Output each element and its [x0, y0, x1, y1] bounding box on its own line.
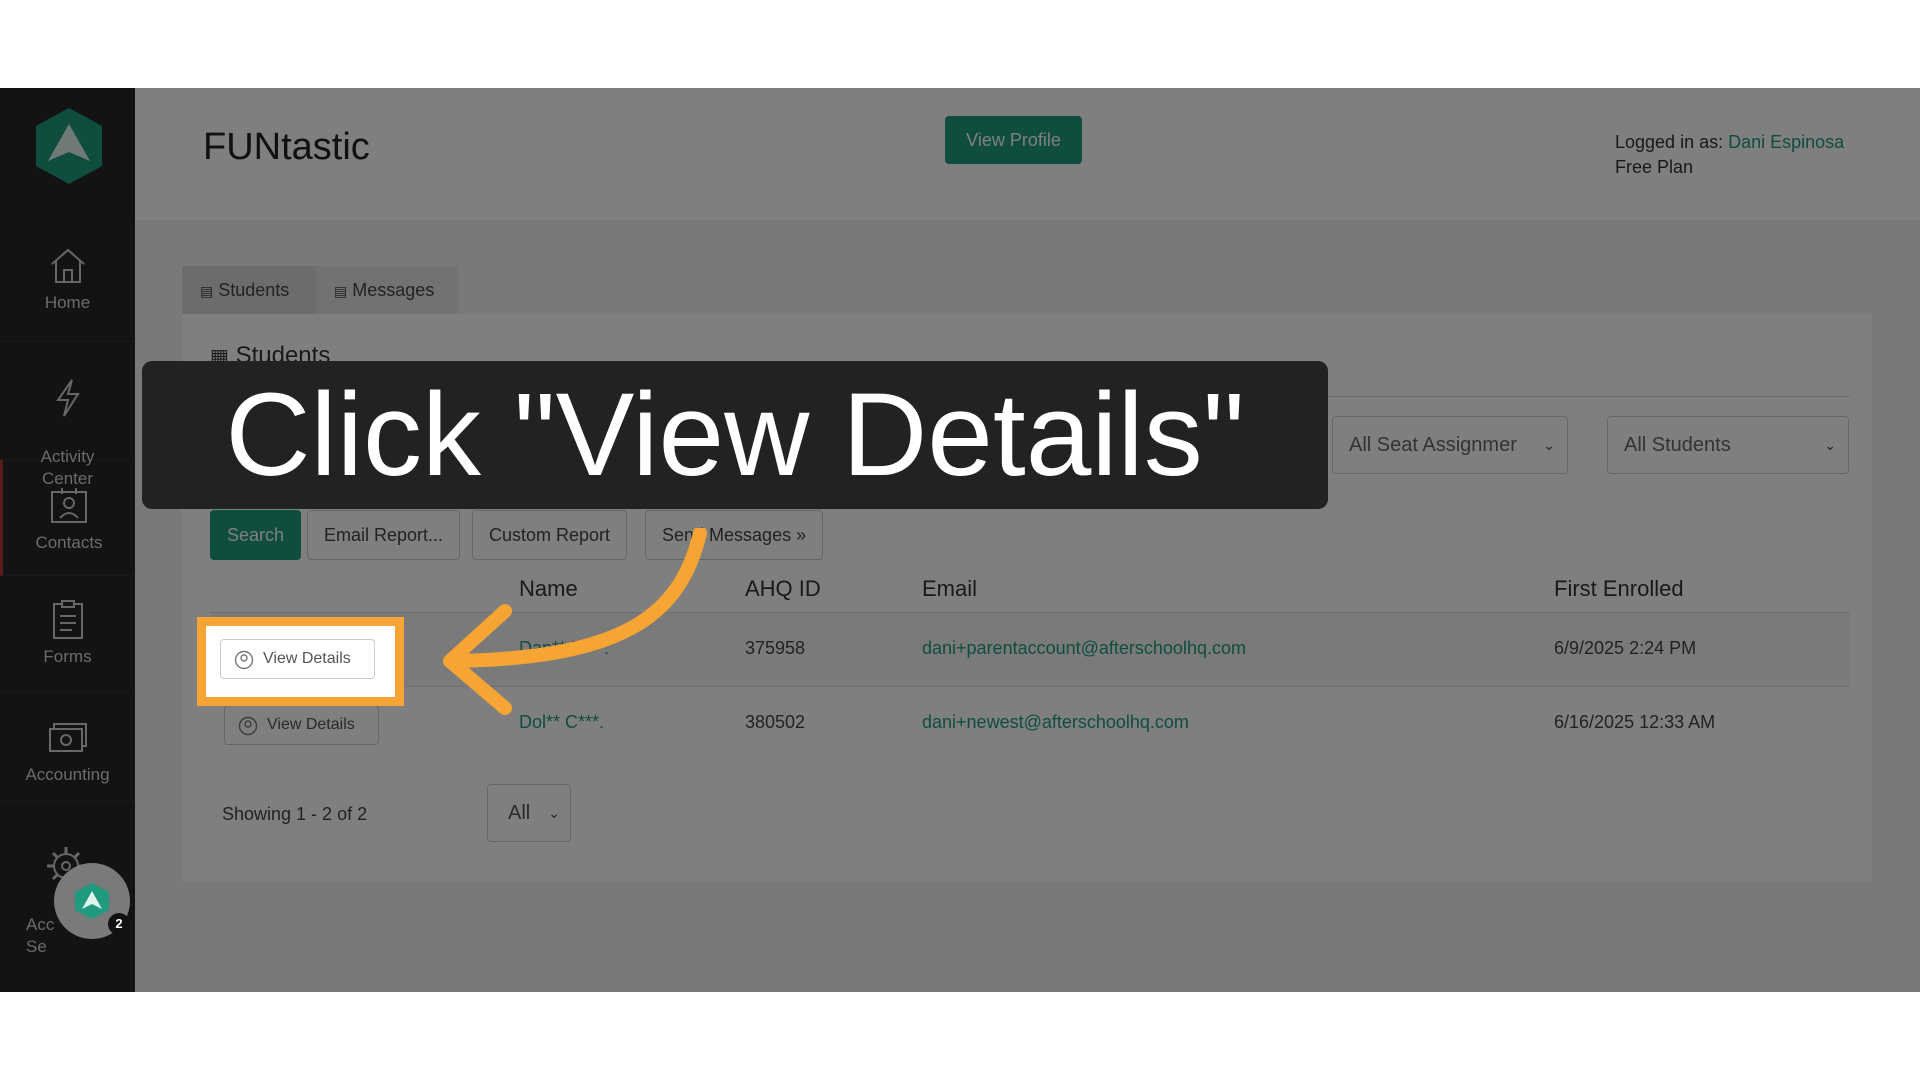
user-circle-icon [234, 650, 254, 670]
highlight-box: View Details [197, 617, 404, 706]
notification-badge: 2 [108, 913, 130, 935]
dim-overlay [0, 88, 1920, 992]
view-details-label: View Details [263, 650, 351, 667]
app-logo-icon [75, 883, 109, 919]
help-widget-button[interactable]: 2 [54, 863, 130, 939]
view-details-button-highlighted[interactable]: View Details [220, 639, 375, 679]
pointer-arrow-icon [443, 528, 707, 715]
screen: Home Activity Center Contacts [0, 88, 1920, 992]
instruction-callout: Click "View Details" [142, 361, 1328, 509]
